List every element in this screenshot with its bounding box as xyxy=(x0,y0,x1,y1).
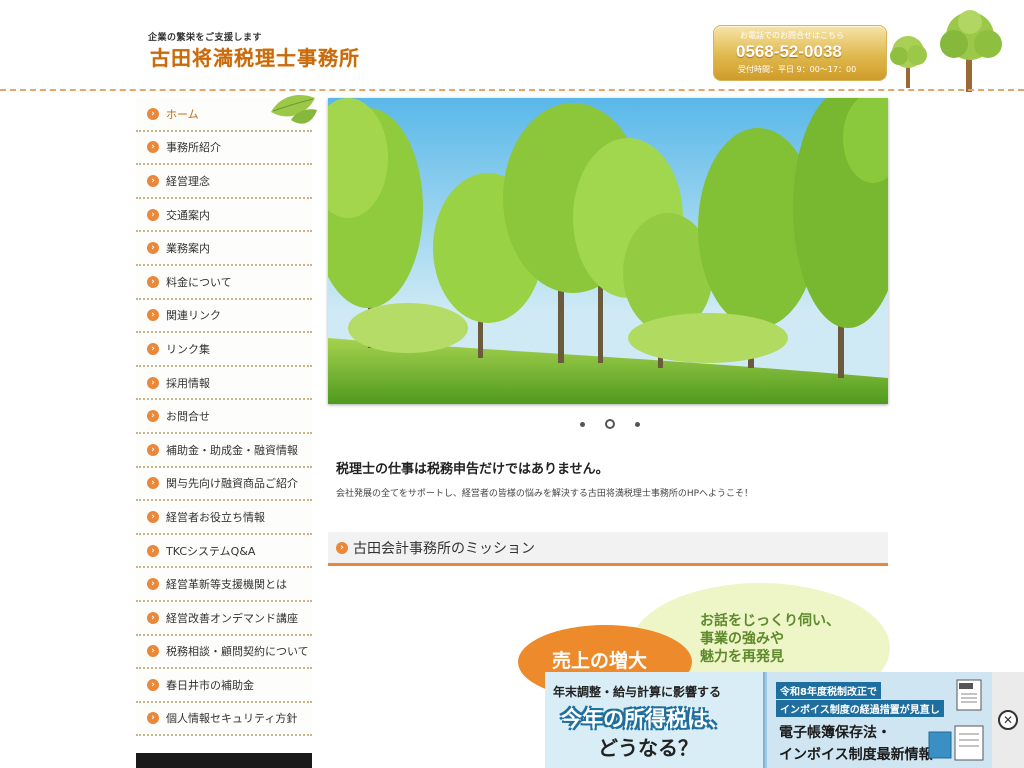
intro-heading: 税理士の仕事は税務申告だけではありません。 xyxy=(336,462,609,477)
sidebar-item-philosophy[interactable]: › 経営理念 xyxy=(136,165,312,199)
ad-close-strip: ✕ xyxy=(992,672,1024,768)
ad-right-tag-1: 令和8年度税制改正で xyxy=(776,682,881,699)
arrow-right-icon: › xyxy=(147,510,159,523)
arrow-right-icon: › xyxy=(147,678,159,691)
sidebar-item-label: リンク集 xyxy=(166,342,210,356)
sidebar-item-label: 関連リンク xyxy=(166,309,221,323)
sidebar-banner-image[interactable] xyxy=(136,753,312,768)
sidebar-item-loan-products[interactable]: › 関与先向け融資商品ご紹介 xyxy=(136,467,312,502)
ad-left-line-2: 今年の所得税は、 xyxy=(561,707,729,731)
ad-left-line-3: どうなる？ xyxy=(598,736,698,760)
slide-dot-2[interactable] xyxy=(605,419,615,429)
ad-income-tax-panel[interactable]: 年末調整・給与計算に影響する 今年の所得税は、 どうなる？ xyxy=(545,672,765,768)
arrow-right-icon: › xyxy=(147,107,159,120)
green-bubble-text: お話をじっくり伺い、 事業の強みや 魅力を再発見 xyxy=(700,612,840,666)
slide-dot-3[interactable] xyxy=(635,421,640,427)
bubble-line-1: お話をじっくり伺い、 xyxy=(700,613,840,629)
arrow-right-icon: › xyxy=(147,645,159,658)
intro-text: 会社発展の全てをサポートし、経営者の皆様の悩みを解決する古田将満税理士事務所のH… xyxy=(336,489,754,499)
ad-invoice-panel[interactable]: 令和8年度税制改正で インボイス制度の経過措置が見直し 電子帳簿保存法・ インボ… xyxy=(767,672,992,768)
sidebar-item-label: 春日井市の補助金 xyxy=(166,678,254,692)
sidebar-item-contact[interactable]: › お問合せ xyxy=(136,400,312,434)
sidebar-item-related-links[interactable]: › 関連リンク xyxy=(136,299,312,334)
slide-dot-1[interactable] xyxy=(580,421,585,427)
phone-number[interactable]: 0568-52-0038 xyxy=(736,42,842,62)
sidebar-nav: › ホーム › 事務所紹介 › 経営理念 › 交通案内 › 業務案内 › 料金について › 関… xyxy=(136,98,312,737)
sidebar-item-label: 採用情報 xyxy=(166,376,210,390)
slideshow-pagination xyxy=(580,418,640,430)
ad-right-line-1: 電子帳簿保存法・ xyxy=(779,725,891,741)
header-dashed-divider xyxy=(0,89,1024,91)
orange-bubble-text: 売上の増大 xyxy=(552,650,648,672)
sidebar-item-label: 業務案内 xyxy=(166,242,210,256)
arrow-right-icon: › xyxy=(147,141,159,154)
ad-left-line-1: 年末調整・給与計算に影響する xyxy=(553,685,722,699)
arrow-right-icon: › xyxy=(147,342,159,355)
ad-right-line-2: インボイス制度最新情報 xyxy=(779,747,933,763)
sidebar-item-label: 事務所紹介 xyxy=(166,141,221,155)
phone-caption: お電話でのお問合せはこちら xyxy=(740,31,844,40)
arrow-right-icon: › xyxy=(147,477,159,490)
bubble-line-2: 事業の強みや xyxy=(700,631,784,647)
sidebar-item-label: 経営改善オンデマンド講座 xyxy=(166,611,298,625)
invoice-receipt-icon xyxy=(928,725,984,761)
sidebar-item-fees[interactable]: › 料金について xyxy=(136,265,312,300)
sidebar-item-label: 個人情報セキュリティ方針 xyxy=(166,712,298,726)
sidebar-item-label: ホーム xyxy=(166,107,199,121)
arrow-right-icon: › xyxy=(147,208,159,221)
sidebar-item-subsidies[interactable]: › 補助金・助成金・融資情報 xyxy=(136,433,312,468)
leaf-decoration-icon xyxy=(271,94,317,124)
sidebar-item-privacy[interactable]: › 個人情報セキュリティ方針 xyxy=(136,702,312,737)
sidebar-item-kasugai-subsidy[interactable]: › 春日井市の補助金 xyxy=(136,669,312,703)
sidebar-item-label: 経営革新等支援機関とは xyxy=(166,578,287,592)
arrow-right-icon: › xyxy=(147,578,159,591)
mission-section-header: › 古田会計事務所のミッション xyxy=(328,532,888,566)
sidebar-item-manager-info[interactable]: › 経営者お役立ち情報 xyxy=(136,501,312,535)
sidebar-item-label: 料金について xyxy=(166,275,232,289)
site-header: 企業の繁栄をご支援します 古田将満税理士事務所 お電話でのお問合せはこちら 05… xyxy=(0,0,1024,92)
close-icon[interactable]: ✕ xyxy=(998,710,1018,730)
sidebar-item-access[interactable]: › 交通案内 xyxy=(136,198,312,233)
sidebar-item-link-collection[interactable]: › リンク集 xyxy=(136,333,312,367)
phone-hours: 受付時間：平日 9：00～17：00 xyxy=(738,65,857,74)
sidebar-item-label: 関与先向け融資商品ご紹介 xyxy=(166,477,298,491)
hero-slideshow-image xyxy=(328,98,888,404)
mission-title: 古田会計事務所のミッション xyxy=(353,540,535,557)
sidebar-item-label: 税務相談・顧問契約について xyxy=(166,645,309,659)
arrow-right-icon: › xyxy=(147,174,159,187)
sidebar-item-label: TKCシステムQ&A xyxy=(166,544,256,558)
sidebar-item-office[interactable]: › 事務所紹介 xyxy=(136,131,312,166)
bottom-ad-banner[interactable]: 年末調整・給与計算に影響する 今年の所得税は、 どうなる？ 令和8年度税制改正で… xyxy=(545,672,1024,768)
site-title-logo[interactable]: 古田将満税理士事務所 xyxy=(150,42,360,71)
sidebar-item-label: 補助金・助成金・融資情報 xyxy=(166,443,298,457)
large-tree-icon xyxy=(940,10,1002,92)
sidebar-item-services[interactable]: › 業務案内 xyxy=(136,232,312,266)
sidebar-item-label: 交通案内 xyxy=(166,208,210,222)
arrow-right-icon: › xyxy=(147,275,159,288)
ad-right-tag-2: インボイス制度の経過措置が見直し xyxy=(776,700,944,717)
arrow-right-icon: › xyxy=(147,544,159,557)
sidebar-item-label: お問合せ xyxy=(166,410,210,424)
arrow-right-icon: › xyxy=(147,443,159,456)
small-tree-icon xyxy=(890,36,927,88)
arrow-right-icon: › xyxy=(147,611,159,624)
sidebar-item-tkc-qa[interactable]: › TKCシステムQ&A xyxy=(136,534,312,569)
arrow-right-icon: › xyxy=(147,410,159,423)
sidebar-item-tax-consult[interactable]: › 税務相談・顧問契約について xyxy=(136,635,312,670)
sidebar-item-ondemand-course[interactable]: › 経営改善オンデマンド講座 xyxy=(136,601,312,636)
forest-landscape-image xyxy=(328,98,888,404)
arrow-right-icon: › xyxy=(147,712,159,725)
arrow-right-icon: › xyxy=(147,376,159,389)
arrow-right-icon: › xyxy=(147,309,159,322)
pdf-document-icon xyxy=(956,679,982,711)
sidebar-item-recruit[interactable]: › 採用情報 xyxy=(136,366,312,401)
phone-contact-box[interactable]: お電話でのお問合せはこちら 0568-52-0038 受付時間：平日 9：00～… xyxy=(713,25,887,81)
sidebar-item-label: 経営理念 xyxy=(166,174,210,188)
arrow-right-icon: › xyxy=(336,541,348,554)
sidebar-item-label: 経営者お役立ち情報 xyxy=(166,510,265,524)
sidebar-item-support-agency[interactable]: › 経営革新等支援機関とは xyxy=(136,568,312,602)
bubble-line-3: 魅力を再発見 xyxy=(700,649,784,665)
arrow-right-icon: › xyxy=(147,242,159,255)
